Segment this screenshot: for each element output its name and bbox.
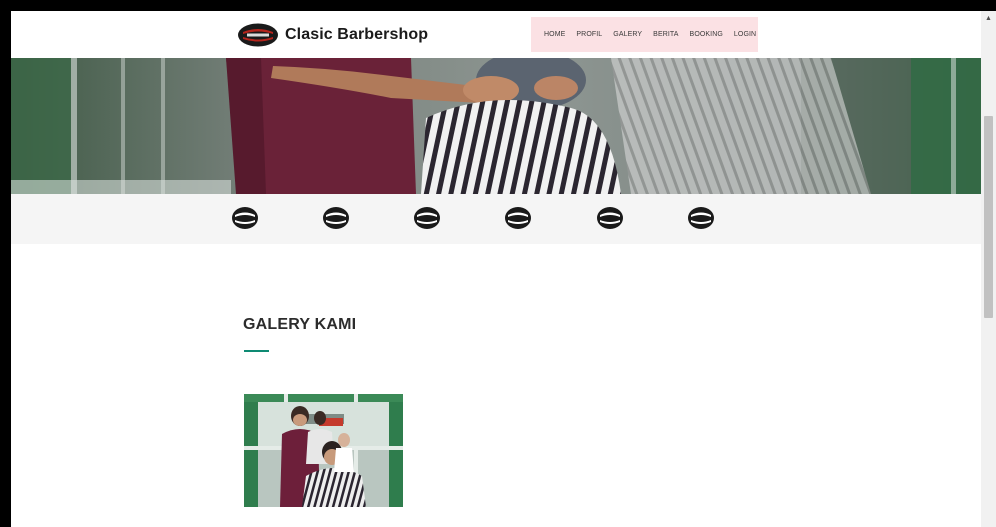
nav-link-login[interactable]: LOGIN <box>734 31 756 38</box>
section-title-underline <box>244 350 269 352</box>
main-nav: HOME PROFIL GALERY BERITA BOOKING LOGIN <box>531 17 758 52</box>
classic-barbershop-logo-icon <box>597 207 623 229</box>
classic-barbershop-logo-icon <box>414 207 440 229</box>
window-border-left <box>0 0 11 527</box>
window-border-top <box>0 0 996 11</box>
page-viewport: Clasic Barbershop HOME PROFIL GALERY BER… <box>11 11 981 527</box>
vertical-scrollbar[interactable]: ▲ <box>981 11 996 527</box>
nav-link-galery[interactable]: GALERY <box>613 31 642 38</box>
nav-link-home[interactable]: HOME <box>544 31 565 38</box>
browser-frame: Clasic Barbershop HOME PROFIL GALERY BER… <box>0 0 996 527</box>
classic-barbershop-logo-icon <box>505 207 531 229</box>
hero-barber-photo <box>11 58 981 194</box>
nav-link-booking[interactable]: BOOKING <box>690 31 723 38</box>
hero-banner-image <box>11 58 981 194</box>
nav-link-profil[interactable]: PROFIL <box>576 31 602 38</box>
classic-barbershop-logo-icon <box>238 23 278 47</box>
gallery-image[interactable] <box>244 394 403 507</box>
scrollbar-thumb[interactable] <box>984 116 993 318</box>
partner-logo-strip <box>11 194 981 244</box>
brand-link[interactable]: Clasic Barbershop <box>237 21 428 49</box>
brand-name: Clasic Barbershop <box>285 26 429 43</box>
triangle-up-icon[interactable]: ▲ <box>981 11 996 26</box>
navbar: Clasic Barbershop HOME PROFIL GALERY BER… <box>11 11 981 58</box>
gallery-section-title: GALERY KAMI <box>243 316 357 333</box>
classic-barbershop-logo-icon <box>688 207 714 229</box>
gallery-barber-photo <box>244 394 403 507</box>
classic-barbershop-logo-icon <box>232 207 258 229</box>
nav-link-berita[interactable]: BERITA <box>653 31 678 38</box>
classic-barbershop-logo-icon <box>323 207 349 229</box>
